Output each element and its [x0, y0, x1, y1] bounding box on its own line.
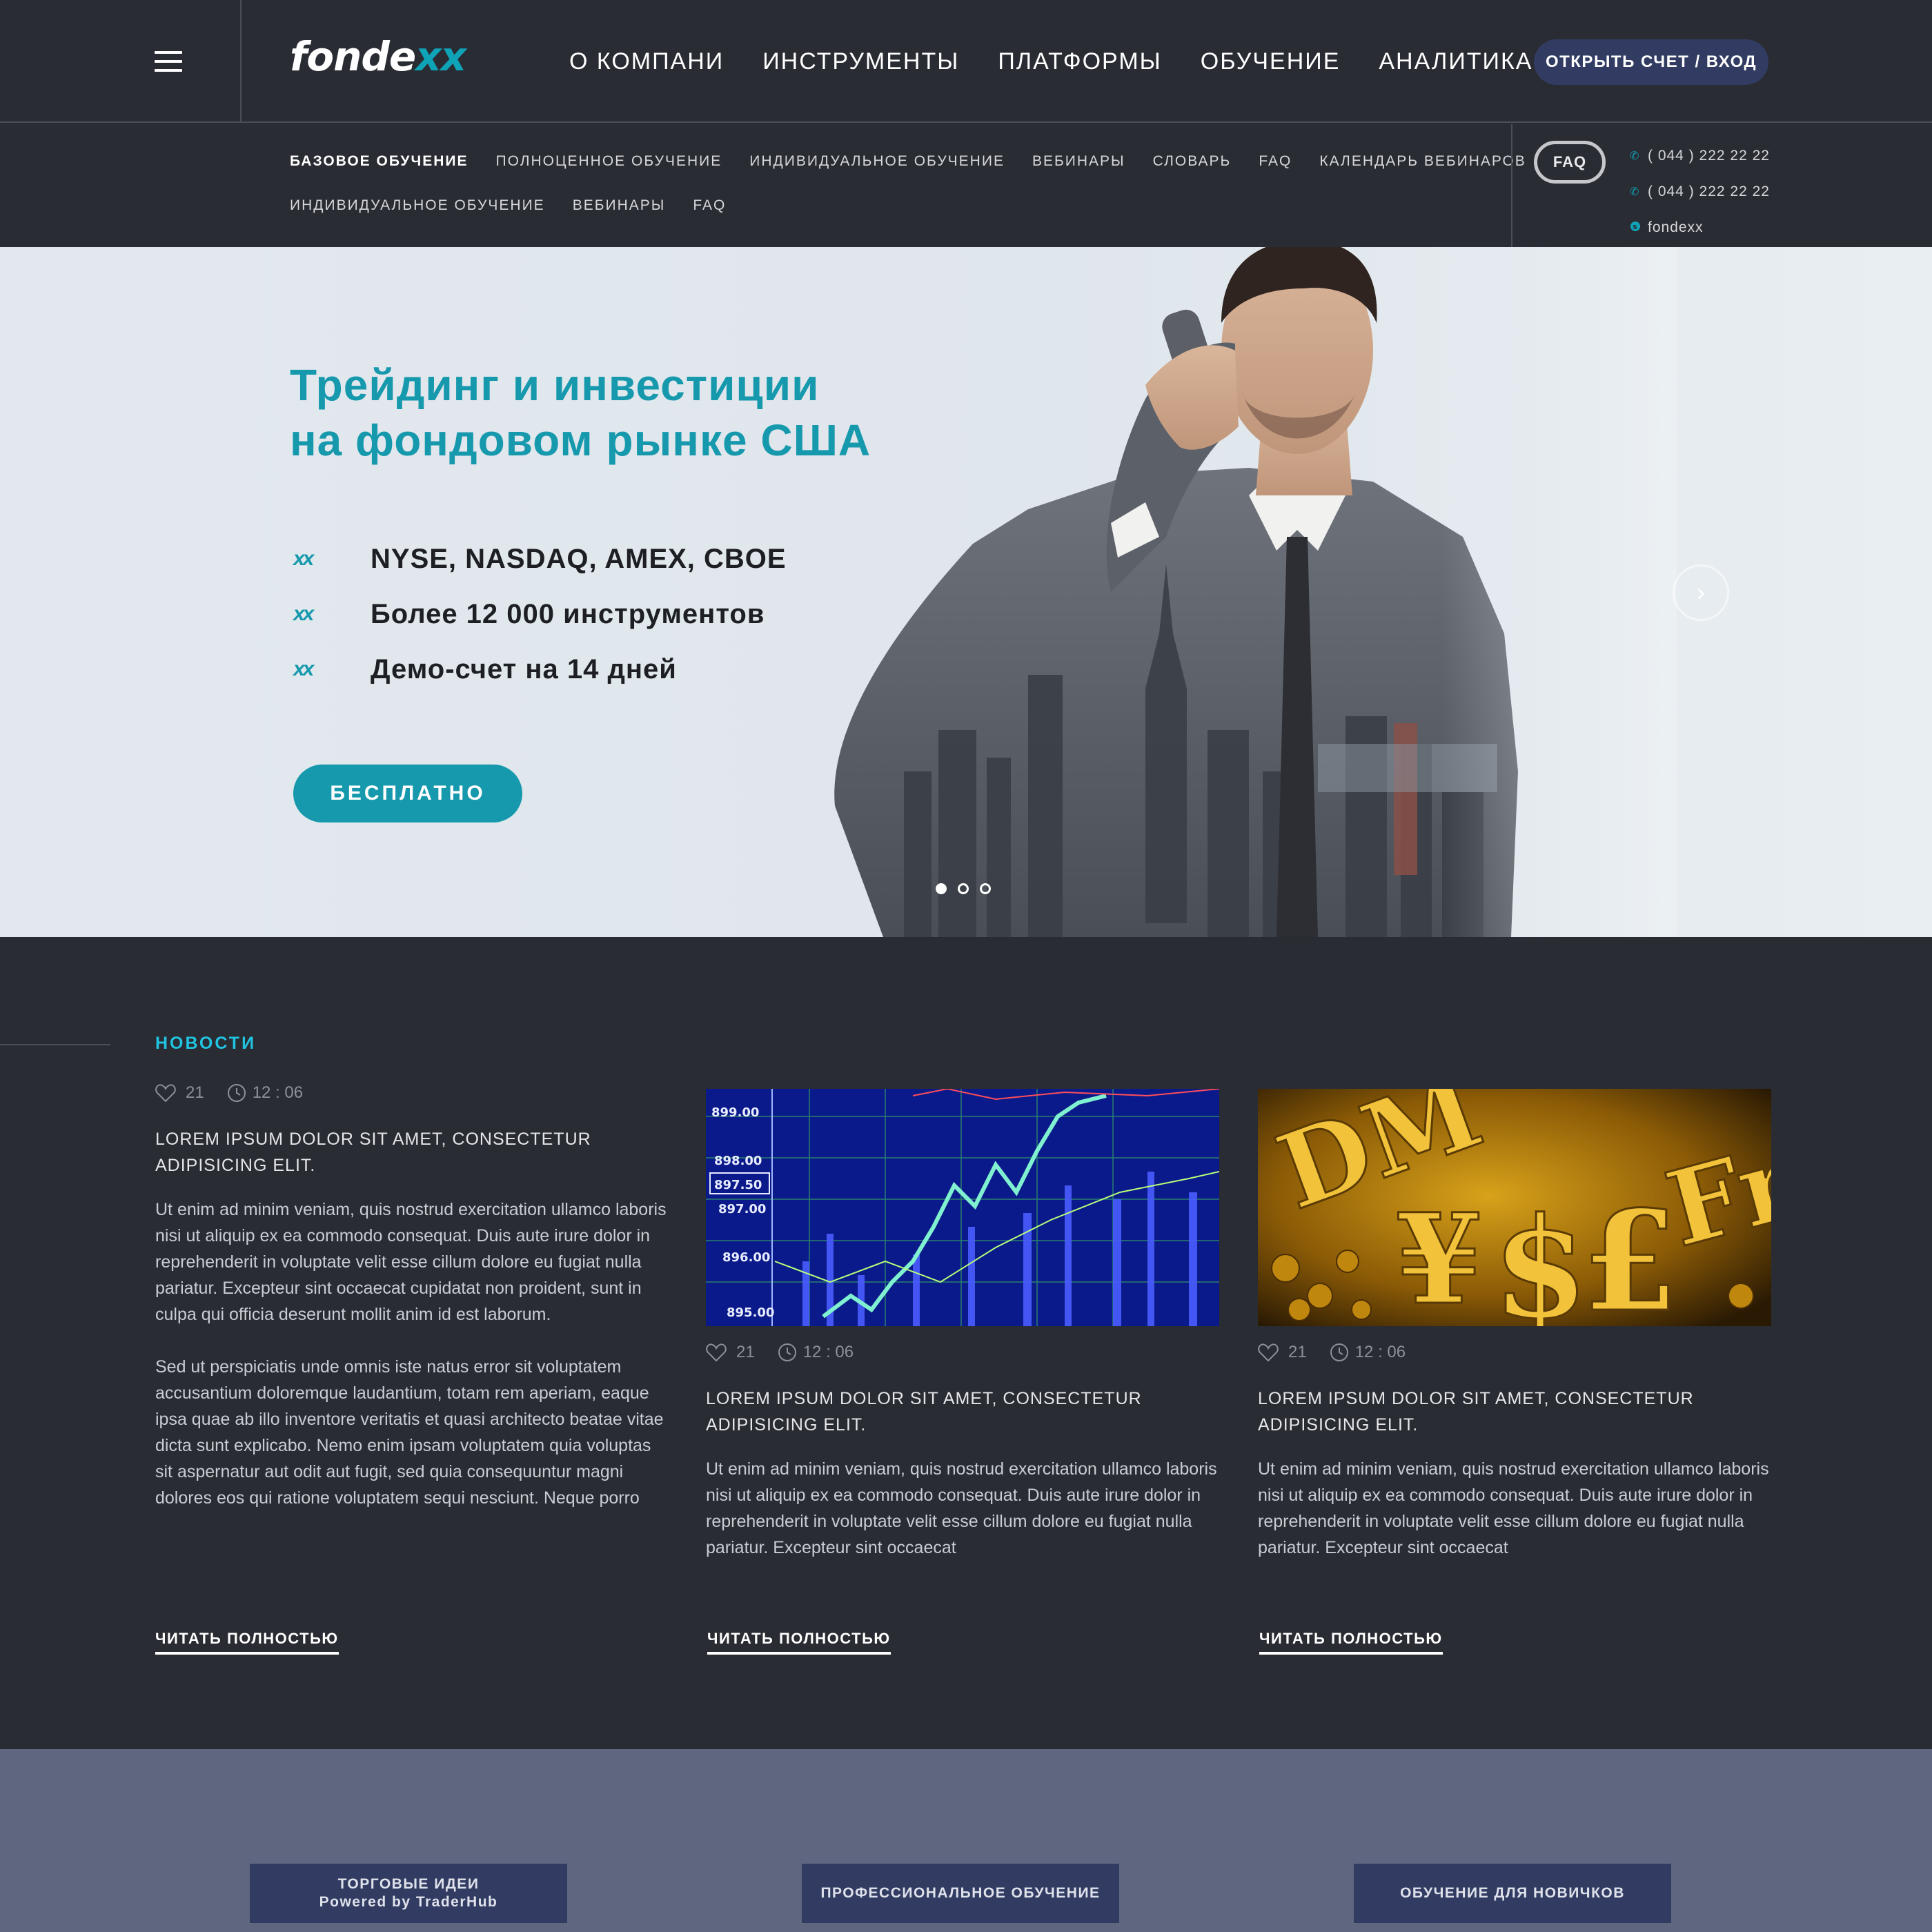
- news-divider: [0, 1044, 110, 1045]
- logo-text: fonde: [290, 33, 416, 80]
- likes-count: 21: [736, 1343, 755, 1361]
- news-headline[interactable]: LOREM IPSUM DOLOR SIT AMET, CONSECTETUR …: [1258, 1386, 1771, 1438]
- faq-button[interactable]: FAQ: [1534, 141, 1606, 184]
- header-divider: [240, 0, 241, 123]
- news-headline[interactable]: LOREM IPSUM DOLOR SIT AMET, CONSECTETUR …: [706, 1386, 1219, 1438]
- svg-text:£: £: [1582, 1181, 1678, 1326]
- slider-dot-3[interactable]: [980, 883, 991, 894]
- news-section-title: НОВОСТИ: [155, 1034, 257, 1053]
- chart-tick-label: 898.00: [714, 1154, 762, 1168]
- subnav-faq[interactable]: FAQ: [1259, 153, 1292, 170]
- feature-item: xx NYSE, NASDAQ, AMEX, CBOE: [293, 543, 787, 574]
- hero-features: xx NYSE, NASDAQ, AMEX, CBOE xx Более 12 …: [293, 531, 787, 697]
- nav-item-platforms[interactable]: ПЛАТФОРМЫ: [998, 48, 1161, 75]
- businessman-city-image: [834, 247, 1677, 937]
- subnav-webinar-calendar[interactable]: КАЛЕНДАРЬ ВЕБИНАРОВ: [1319, 153, 1526, 170]
- subnav-individual-education[interactable]: ИНДИВИДУАЛЬНОЕ ОБУЧЕНИЕ: [749, 153, 1005, 170]
- chart-tick-label: 897.00: [718, 1202, 766, 1216]
- news-excerpt: Ut enim ad minim veniam, quis nostrud ex…: [1258, 1459, 1769, 1557]
- slider-dot-2[interactable]: [958, 883, 969, 894]
- news-card-1: 21 12 : 06 LOREM IPSUM DOLOR SIT AMET, C…: [155, 1081, 669, 1616]
- feature-item: xx Демо-счет на 14 дней: [293, 653, 677, 684]
- subnav-basic-education[interactable]: БАЗОВОЕ ОБУЧЕНИЕ: [290, 153, 469, 170]
- phone-contact-1[interactable]: ✆( 044 ) 222 22 22: [1630, 138, 1770, 174]
- news-headline[interactable]: LOREM IPSUM DOLOR SIT AMET, CONSECTETUR …: [155, 1126, 669, 1179]
- slider-next-arrow-icon[interactable]: ›: [1673, 564, 1729, 621]
- fondexx-mark-icon: xx: [293, 547, 314, 570]
- hamburger-menu-icon[interactable]: [155, 51, 182, 72]
- phone-icon: ✆: [1630, 150, 1640, 162]
- news-meta: 21 12 : 06: [1258, 1340, 1771, 1365]
- news-card-3: DM ¥ $ £ Fr 21 12 : 06 LOREM IPSUM DOLOR…: [1258, 1089, 1771, 1561]
- read-more-link[interactable]: ЧИТАТЬ ПОЛНОСТЬЮ: [1259, 1630, 1443, 1655]
- beginner-education-button[interactable]: ОБУЧЕНИЕ ДЛЯ НОВИЧКОВ: [1354, 1864, 1671, 1923]
- slider-dot-1[interactable]: [936, 883, 947, 894]
- news-excerpt: Ut enim ad minim veniam, quis nostrud ex…: [155, 1200, 667, 1508]
- chart-tick-label: 896.00: [722, 1250, 770, 1265]
- read-more-link[interactable]: ЧИТАТЬ ПОЛНОСТЬЮ: [155, 1630, 339, 1655]
- clock-icon: [227, 1084, 246, 1102]
- nav-item-education[interactable]: ОБУЧЕНИЕ: [1201, 48, 1341, 75]
- heart-icon[interactable]: [155, 1083, 176, 1103]
- logo[interactable]: fondexx: [290, 33, 466, 80]
- nav-item-instruments[interactable]: ИНСТРУМЕНТЫ: [762, 48, 959, 75]
- education-subnav: БАЗОВОЕ ОБУЧЕНИЕ ПОЛНОЦЕННОЕ ОБУЧЕНИЕ ИН…: [290, 153, 1554, 241]
- hero-title: Трейдинг и инвестиции на фондовом рынке …: [290, 360, 871, 465]
- open-account-button[interactable]: ОТКРЫТЬ СЧЕТ / ВХОД: [1534, 39, 1768, 85]
- phone-contact-2[interactable]: ✆( 044 ) 222 22 22: [1630, 174, 1770, 210]
- fondexx-mark-icon: xx: [293, 658, 314, 680]
- fondexx-mark-icon: xx: [293, 602, 314, 625]
- news-time: 12 : 06: [802, 1343, 854, 1361]
- news-time: 12 : 06: [252, 1083, 304, 1102]
- subnav-full-education[interactable]: ПОЛНОЦЕННОЕ ОБУЧЕНИЕ: [496, 153, 722, 170]
- chart-tick-label: 895.00: [727, 1305, 774, 1320]
- news-time: 12 : 06: [1354, 1343, 1406, 1361]
- news-card-2: 899.00 898.00 897.50 897.00 896.00 895.0…: [706, 1089, 1219, 1561]
- professional-education-button[interactable]: ПРОФЕССИОНАЛЬНОЕ ОБУЧЕНИЕ: [802, 1864, 1119, 1923]
- heart-icon[interactable]: [1258, 1343, 1279, 1362]
- svg-text:¥: ¥: [1396, 1187, 1482, 1326]
- clock-icon: [778, 1343, 796, 1361]
- subnav-individual-education-2[interactable]: ИНДИВИДУАЛЬНОЕ ОБУЧЕНИЕ: [290, 197, 545, 214]
- news-meta: 21 12 : 06: [155, 1081, 669, 1105]
- subnav-faq-2[interactable]: FAQ: [693, 197, 726, 214]
- subheader-divider: [1511, 124, 1512, 247]
- free-button[interactable]: БЕСПЛАТНО: [293, 765, 522, 822]
- news-excerpt: Ut enim ad minim veniam, quis nostrud ex…: [706, 1459, 1217, 1557]
- svg-text:s: s: [1633, 222, 1638, 231]
- nav-item-analytics[interactable]: АНАЛИТИКА: [1379, 48, 1532, 75]
- skype-contact[interactable]: s fondexx: [1630, 210, 1770, 246]
- svg-text:$: $: [1492, 1187, 1588, 1326]
- skype-icon: s: [1630, 221, 1641, 235]
- top-header: fondexx О КОМПАНИ ИНСТРУМЕНТЫ ПЛАТФОРМЫ …: [0, 0, 1932, 123]
- chart-tick-label: 899.00: [711, 1105, 759, 1120]
- contacts: ✆( 044 ) 222 22 22 ✆( 044 ) 222 22 22 s …: [1630, 138, 1770, 246]
- subnav-webinars[interactable]: ВЕБИНАРЫ: [1032, 153, 1125, 170]
- chart-tick-label: 897.50: [714, 1178, 762, 1192]
- likes-count: 21: [186, 1083, 204, 1102]
- subnav-glossary[interactable]: СЛОВАРЬ: [1153, 153, 1232, 170]
- logo-accent: xx: [415, 33, 466, 80]
- heart-icon[interactable]: [706, 1343, 727, 1362]
- stock-chart-image[interactable]: 899.00 898.00 897.50 897.00 896.00 895.0…: [706, 1089, 1219, 1326]
- news-meta: 21 12 : 06: [706, 1340, 1219, 1365]
- phone-icon: ✆: [1630, 186, 1640, 198]
- clock-icon: [1330, 1343, 1348, 1361]
- feature-item: xx Более 12 000 инструментов: [293, 598, 765, 629]
- nav-item-company[interactable]: О КОМПАНИ: [569, 48, 724, 75]
- main-nav: О КОМПАНИ ИНСТРУМЕНТЫ ПЛАТФОРМЫ ОБУЧЕНИЕ…: [569, 48, 1571, 75]
- gold-currency-symbols-image[interactable]: DM ¥ $ £ Fr: [1258, 1089, 1771, 1326]
- trading-ideas-button[interactable]: ТОРГОВЫЕ ИДЕИ Powered by TraderHub: [250, 1864, 567, 1923]
- subnav-webinars-2[interactable]: ВЕБИНАРЫ: [573, 197, 666, 214]
- likes-count: 21: [1288, 1343, 1307, 1361]
- read-more-link[interactable]: ЧИТАТЬ ПОЛНОСТЬЮ: [707, 1630, 891, 1655]
- slider-dots: [936, 883, 1002, 894]
- hero-slider: Трейдинг и инвестиции на фондовом рынке …: [0, 247, 1932, 937]
